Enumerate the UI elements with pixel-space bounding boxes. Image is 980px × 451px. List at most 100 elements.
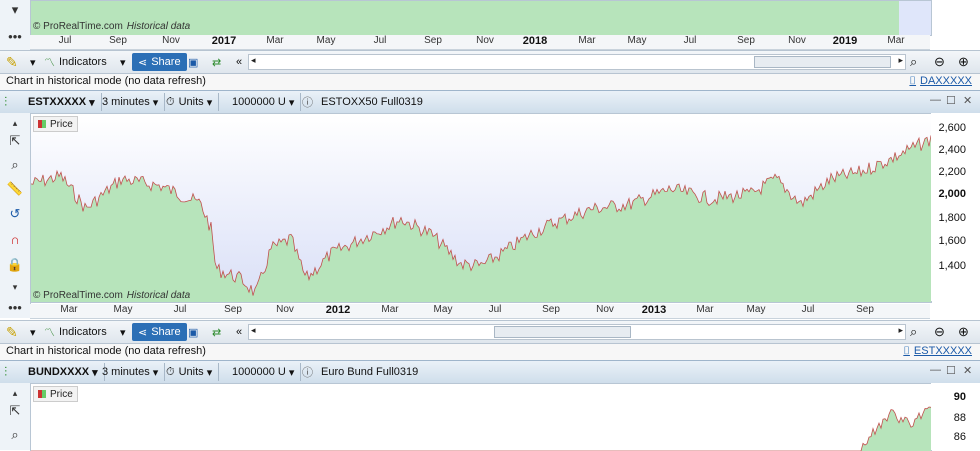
mid-time-scrollbar[interactable]: ◂ ▸ <box>248 324 906 340</box>
top-chart-area[interactable]: © ProRealTime.com Historical data <box>30 0 932 36</box>
size-selector[interactable]: 1000000 U ▾ <box>232 363 302 381</box>
maximize-icon[interactable]: ☐ <box>946 364 956 377</box>
top-x-axis: Jul Sep Nov 2017 Mar May Jul Sep Nov 201… <box>30 35 930 50</box>
mid-left-toolbar: ▴ ⇱ ⌕ 📏 ↺ ∩ 🔒 ▾ ••• <box>0 113 31 318</box>
more-icon[interactable]: ••• <box>4 297 26 317</box>
mid-x-tick: May <box>746 304 766 315</box>
scroll-up-icon[interactable]: ▴ <box>4 113 26 133</box>
chevron-down-icon[interactable]: ▾ <box>120 53 126 71</box>
drawing-pencil-icon[interactable]: ✎ <box>6 323 18 341</box>
rotate-icon[interactable]: ↺ <box>4 204 26 224</box>
status-text: Chart in historical mode (no data refres… <box>6 75 206 87</box>
top-x-tick: Mar <box>266 35 284 46</box>
lock-icon[interactable]: 🔒 <box>4 255 26 275</box>
zoom-in-icon[interactable]: ⊕ <box>958 53 969 71</box>
indicators-label: Indicators <box>59 326 107 338</box>
share-button[interactable]: ⋖ Share <box>132 323 187 341</box>
symbol-selector[interactable]: ESTXXXXX ▾ <box>28 93 102 111</box>
scroll-right-icon[interactable]: ▸ <box>898 55 903 66</box>
top-instrument-link[interactable]: ⌷ DAXXXXX <box>909 75 972 88</box>
drawing-pencil-icon[interactable]: ✎ <box>6 53 18 71</box>
minimize-icon[interactable]: — <box>930 364 941 376</box>
zoom-in-icon[interactable]: ⊕ <box>958 323 969 341</box>
magnet-icon[interactable]: ∩ <box>4 229 26 249</box>
chevron-down-icon[interactable]: ▾ <box>30 323 36 341</box>
zoom-fit-icon[interactable]: ⌕ <box>910 323 917 341</box>
top-watermark: © ProRealTime.com Historical data <box>33 21 191 32</box>
rewind-icon[interactable]: « <box>236 323 242 341</box>
chevron-down-icon[interactable]: ▾ <box>30 53 36 71</box>
scroll-left-icon[interactable]: ◂ <box>251 325 256 336</box>
chart-link-icon: ⌷ <box>909 75 917 87</box>
bottom-y-axis: 90 88 86 <box>931 383 980 450</box>
top-x-tick: Sep <box>424 35 442 46</box>
y-tick: 2,400 <box>938 144 966 156</box>
zoom-out-icon[interactable]: ⊖ <box>934 323 945 341</box>
maximize-icon[interactable]: ☐ <box>946 94 956 107</box>
scroll-down-icon[interactable]: ▾ <box>4 0 26 20</box>
chart-window-icon[interactable]: ▣ <box>188 323 198 341</box>
minimize-icon[interactable]: — <box>930 94 941 106</box>
export-icon[interactable]: ⇄ <box>212 53 221 71</box>
candlestick-icon[interactable]: ⫶ <box>4 363 13 381</box>
legend-label: Price <box>50 388 73 400</box>
scroll-right-icon[interactable]: ▸ <box>898 325 903 336</box>
ruler-icon[interactable]: 📏 <box>4 179 26 199</box>
interval-selector[interactable]: 3 minutes ▾ <box>102 363 166 381</box>
candlestick-icon[interactable]: ⫶ <box>4 93 13 111</box>
pointer-icon[interactable]: ⇱ <box>4 401 26 421</box>
y-tick: 90 <box>953 391 966 403</box>
chart-window-icon[interactable]: ▣ <box>188 53 198 71</box>
symbol-selector[interactable]: BUNDXXXX ▾ <box>28 363 105 381</box>
export-icon[interactable]: ⇄ <box>212 323 221 341</box>
units-selector[interactable]: ⏱ Units ▾ <box>166 93 220 111</box>
mid-price-chart[interactable]: Price © ProRealTime.com Historical data <box>30 113 932 303</box>
y-tick: 2,600 <box>938 122 966 134</box>
magnifier-icon[interactable]: ⌕ <box>4 155 26 175</box>
pointer-icon[interactable]: ⇱ <box>4 131 26 151</box>
mid-x-tick: Jul <box>173 304 187 315</box>
zoom-out-icon[interactable]: ⊖ <box>934 53 945 71</box>
top-chart-toolbar: ✎ ▾ 〽 Indicators ▾ ⋖ Share ▣ ⇄ « ◂ ▸ ⌕ ⊖ ⊕ <box>0 50 980 74</box>
mid-x-tick: Sep <box>542 304 560 315</box>
status-text: Chart in historical mode (no data refres… <box>6 345 206 357</box>
rewind-icon[interactable]: « <box>236 53 242 71</box>
close-icon[interactable]: ✕ <box>963 364 972 377</box>
chevron-down-icon[interactable]: ▾ <box>120 323 126 341</box>
scroll-thumb[interactable] <box>754 56 891 68</box>
mid-status-bar: Chart in historical mode (no data refres… <box>0 344 980 360</box>
zoom-fit-icon[interactable]: ⌕ <box>910 53 917 71</box>
instrument-info[interactable]: ⓘ Euro Bund Full0319 <box>302 363 424 381</box>
bottom-price-chart[interactable]: Price <box>30 383 932 451</box>
top-chart-highlight <box>899 1 931 35</box>
scroll-left-icon[interactable]: ◂ <box>251 55 256 66</box>
units-selector[interactable]: ⏱ Units ▾ <box>166 363 220 381</box>
instrument-info[interactable]: ⓘ ESTOXX50 Full0319 <box>302 93 429 111</box>
size-selector[interactable]: 1000000 U ▾ <box>232 93 302 111</box>
mid-instrument-link[interactable]: ⌷ ESTXXXXX <box>903 345 972 358</box>
units-label: Units <box>178 96 204 108</box>
y-tick: 2,000 <box>938 188 966 200</box>
top-x-tick: May <box>316 35 336 46</box>
more-icon[interactable]: ••• <box>4 26 26 46</box>
top-time-scrollbar[interactable]: ◂ ▸ <box>248 54 906 70</box>
magnifier-icon[interactable]: ⌕ <box>4 425 26 445</box>
mid-chart-header: ⫶ ESTXXXXX ▾ 3 minutes ▾ ⏱ Units ▾ 100000… <box>0 90 980 114</box>
share-icon: ⋖ <box>138 56 148 69</box>
close-icon[interactable]: ✕ <box>963 94 972 107</box>
share-button[interactable]: ⋖ Share <box>132 53 187 71</box>
stopwatch-icon: ⏱ <box>166 95 175 108</box>
scroll-down-icon[interactable]: ▾ <box>4 277 26 297</box>
instrument-name: ESTOXX50 Full0319 <box>321 96 423 108</box>
y-tick: 1,800 <box>938 212 966 224</box>
legend-swatch <box>38 390 46 398</box>
indicators-button[interactable]: 〽 Indicators <box>44 323 107 341</box>
interval-selector[interactable]: 3 minutes ▾ <box>102 93 166 111</box>
bottom-chart-header: ⫶ BUNDXXXX ▾ 3 minutes ▾ ⏱ Units ▾ 100000… <box>0 360 980 384</box>
scroll-thumb[interactable] <box>494 326 631 338</box>
indicators-button[interactable]: 〽 Indicators <box>44 53 107 71</box>
top-x-tick: Mar <box>578 35 596 46</box>
top-x-tick: Mar <box>887 35 905 46</box>
scroll-up-icon[interactable]: ▴ <box>4 383 26 403</box>
mid-watermark: © ProRealTime.com Historical data <box>33 290 191 301</box>
